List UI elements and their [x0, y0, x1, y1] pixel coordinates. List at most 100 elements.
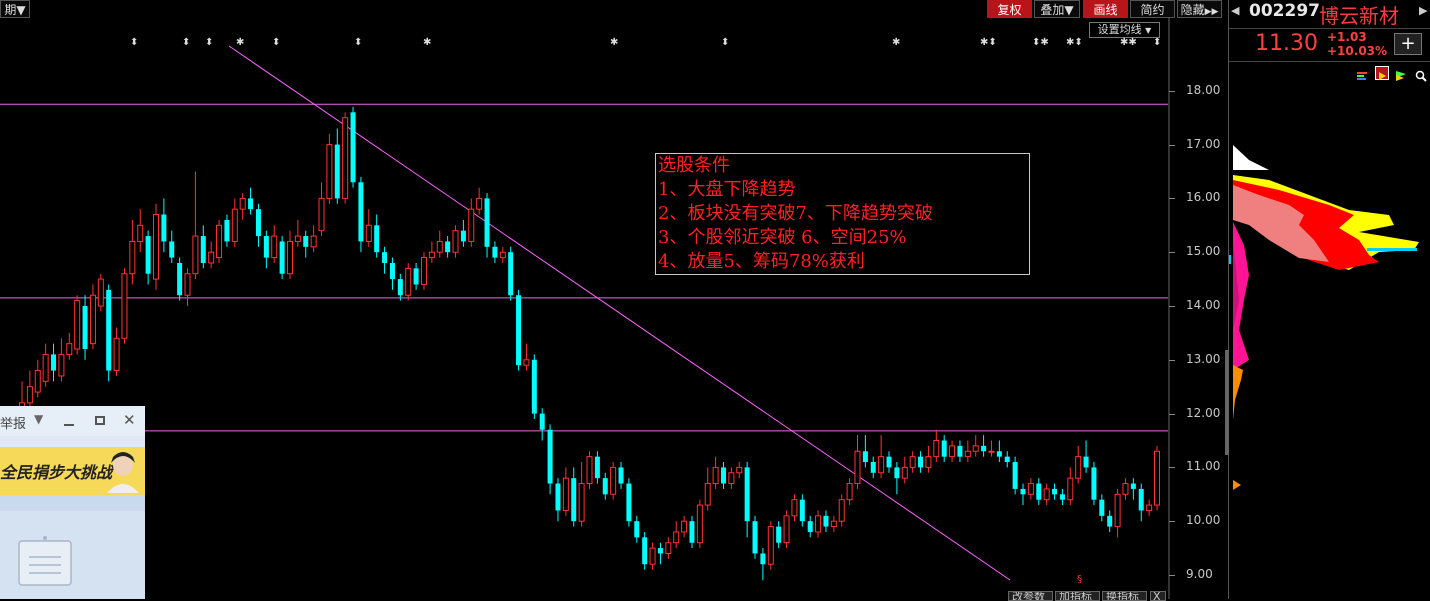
popup-titlebar: 举报 ▼ ✕: [0, 406, 145, 436]
hide-button[interactable]: 隐藏▶▶: [1177, 0, 1222, 18]
candle-body-up: [791, 499, 798, 517]
y-axis-label: 15.00: [1186, 244, 1221, 259]
candle-body-up: [1027, 483, 1034, 495]
candle-body-up: [121, 273, 128, 339]
signal-marker-icon: §: [1077, 574, 1082, 585]
candle-body-up: [767, 526, 774, 565]
candle-body-down: [508, 252, 514, 296]
event-marker-icon[interactable]: ⬍: [272, 37, 280, 49]
event-marker-icon[interactable]: ⬍: [721, 37, 729, 49]
close-icon[interactable]: ✕: [123, 411, 136, 429]
candle-body-down: [413, 268, 419, 285]
candle-body-down: [689, 521, 695, 543]
y-axis-label: 12.00: [1186, 405, 1221, 420]
candle-body-up: [846, 483, 853, 501]
candle-body-up: [933, 440, 940, 458]
candle-body-down: [516, 295, 522, 366]
report-popup[interactable]: 举报 ▼ ✕ 全民捐步大挑战: [0, 406, 145, 599]
candle-body-up: [184, 273, 191, 296]
candle-body-up: [476, 197, 483, 210]
simple-button[interactable]: 简约: [1130, 0, 1175, 18]
tab-modify-params[interactable]: 改参数: [1008, 591, 1053, 601]
event-marker-icon[interactable]: ✱: [236, 37, 244, 49]
y-axis-label: 13.00: [1186, 351, 1221, 366]
event-marker-icon[interactable]: ⬍✱: [1032, 37, 1049, 49]
note-line-3: 3、个股邻近突破 6、空间25%: [658, 227, 907, 248]
close-indicator-button[interactable]: X: [1150, 591, 1166, 601]
candle-body-down: [642, 537, 648, 565]
candle-body-up: [523, 359, 530, 366]
candle-body-up: [1114, 493, 1121, 528]
event-marker-icon[interactable]: ⬍: [205, 37, 213, 49]
candle-body-up: [452, 230, 459, 253]
candle-body-up: [562, 477, 569, 511]
candle-body-up: [815, 515, 822, 533]
event-marker-icon[interactable]: ✱✱: [1120, 37, 1137, 49]
candle-body-up: [665, 542, 672, 554]
candle-body-down: [1091, 467, 1097, 500]
event-marker-icon[interactable]: ⬍: [1153, 37, 1161, 49]
candle-body-up: [949, 445, 956, 458]
candle-body-up: [649, 547, 656, 565]
candle-body-up: [610, 466, 617, 495]
maximize-icon[interactable]: [95, 416, 105, 425]
candle-body-up: [1043, 488, 1050, 501]
popup-dropdown-icon[interactable]: ▼: [34, 412, 43, 426]
event-marker-icon[interactable]: ✱: [423, 37, 431, 49]
event-marker-icon[interactable]: ⬍: [130, 37, 138, 49]
event-marker-icon[interactable]: ✱: [610, 37, 618, 49]
candle-body-up: [704, 483, 711, 506]
candle-body-up: [42, 353, 49, 382]
banner-text: 全民捐步大挑战: [0, 463, 113, 482]
note-line-2: 2、板块没有突破7、下降趋势突破: [658, 203, 933, 224]
stock-selection-note: 选股条件 1、大盘下降趋势 2、板块没有突破7、下降趋势突破 3、个股邻近突破 …: [655, 153, 1030, 275]
note-line-4: 4、放量5、筹码78%获利: [658, 251, 865, 272]
overlay-button[interactable]: 叠加▼: [1034, 0, 1080, 18]
candle-body-up: [294, 235, 301, 242]
candle-body-up: [326, 144, 333, 199]
candle-body-up: [925, 456, 932, 468]
kline-chart[interactable]: [0, 0, 1228, 599]
event-marker-icon[interactable]: ⬍: [182, 37, 190, 49]
candle-body-up: [1075, 456, 1082, 479]
tab-switch-indicator[interactable]: 换指标: [1102, 591, 1147, 601]
event-marker-icon[interactable]: ✱: [892, 37, 900, 49]
candle-body-down: [334, 144, 340, 199]
candle-body-up: [271, 235, 278, 259]
event-marker-icon[interactable]: ⬍: [354, 37, 362, 49]
candle-body-down: [862, 451, 868, 463]
candle-body-up: [728, 472, 735, 485]
ma-settings-dropdown[interactable]: 设置均线 ▼: [1089, 22, 1160, 38]
draw-line-button[interactable]: 画线: [1083, 0, 1128, 18]
candle-body-down: [200, 236, 206, 263]
candle-body-up: [838, 499, 845, 522]
candle-body-down: [799, 499, 805, 522]
tab-add-indicator[interactable]: 加指标: [1055, 591, 1100, 601]
event-marker-icon[interactable]: ✱⬍: [1066, 37, 1083, 49]
candle-body-down: [263, 236, 269, 258]
candle-body-down: [51, 354, 57, 371]
period-dropdown[interactable]: 期▼: [0, 0, 30, 18]
axis-tick: [1169, 144, 1175, 146]
candle-body-down: [1099, 499, 1105, 516]
candle-body-down: [886, 456, 892, 468]
event-marker-icon[interactable]: ✱⬍: [980, 37, 997, 49]
candle-body-up: [137, 224, 144, 242]
fuquan-button[interactable]: 复权: [987, 0, 1032, 18]
candle-body-up: [342, 117, 349, 199]
candle-body-up: [428, 251, 435, 259]
candle-body-down: [720, 467, 726, 484]
minimize-icon[interactable]: [64, 424, 74, 426]
candle-body-down: [1052, 488, 1058, 495]
promo-banner[interactable]: 全民捐步大挑战: [0, 447, 145, 495]
note-line-1: 1、大盘下降趋势: [658, 179, 796, 200]
chip-scrollbar[interactable]: [1225, 350, 1229, 455]
candle-body-down: [918, 456, 924, 468]
candle-body-down: [870, 462, 876, 473]
y-axis-label: 16.00: [1186, 190, 1221, 205]
axis-tick: [1169, 359, 1175, 361]
candle-body-down: [358, 182, 364, 242]
popup-title: 举报: [0, 417, 27, 432]
candle-body-up: [74, 300, 81, 350]
candle-body-up: [830, 520, 837, 528]
